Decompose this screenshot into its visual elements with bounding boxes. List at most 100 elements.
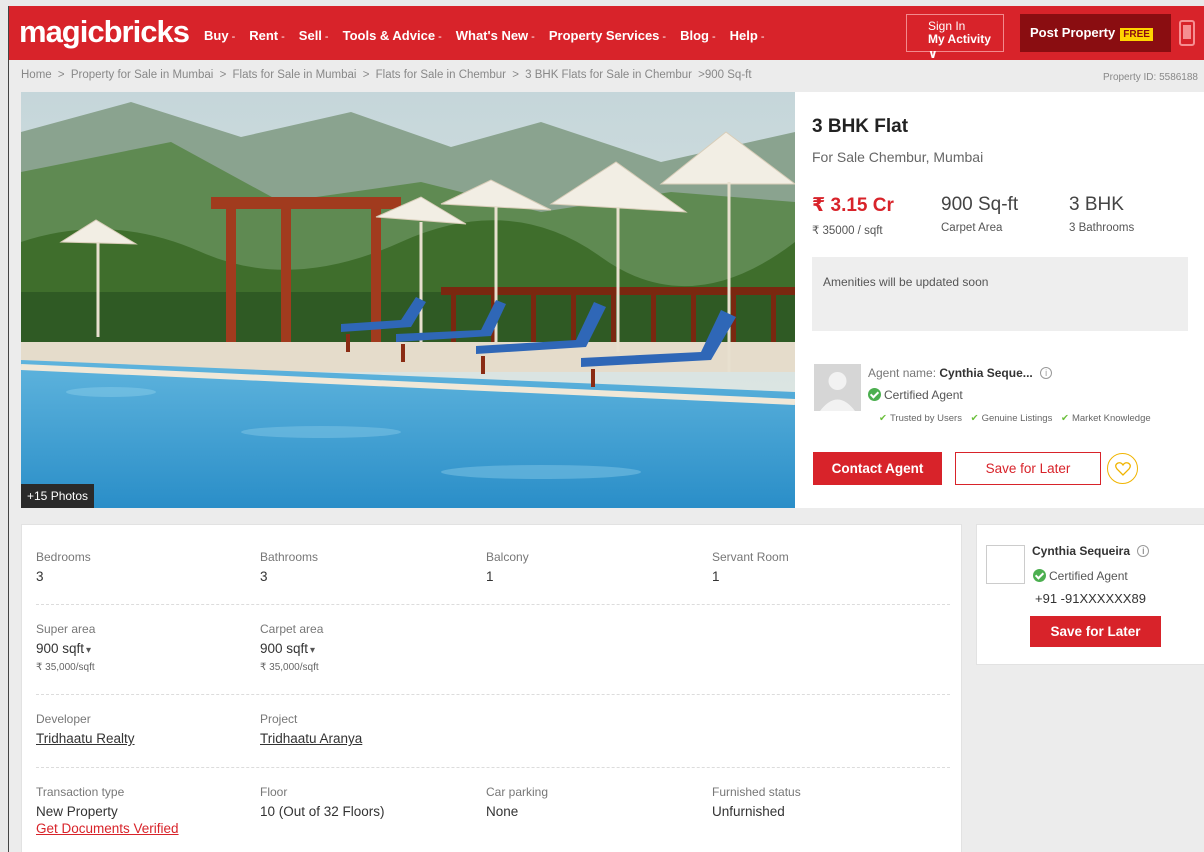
detail-value[interactable]: 900 sqft ▾ <box>36 641 95 656</box>
property-photo[interactable]: +15 Photos <box>21 92 795 508</box>
developer-link[interactable]: Tridhaatu Realty <box>36 731 135 746</box>
detail-label: Car parking <box>486 785 549 799</box>
nav-blog[interactable]: Blog - <box>680 28 716 43</box>
detail-value: 1 <box>712 569 720 584</box>
agent-name[interactable]: Cynthia Seque... <box>939 366 1032 380</box>
chevron-down-icon[interactable]: ▾ <box>310 645 315 656</box>
detail-value: 3 <box>260 569 268 584</box>
info-icon[interactable]: i <box>1137 545 1150 557</box>
property-id: Property ID: 5586188 <box>1102 72 1198 83</box>
my-activity-label: My Activity ∨ <box>928 32 991 61</box>
mobile-app-icon[interactable] <box>1179 20 1195 46</box>
detail-value[interactable]: 900 sqft ▾ <box>260 641 323 656</box>
agent-contact-card: Cynthia Sequeira i Certified Agent +91 -… <box>976 524 1204 665</box>
detail-label: Bedrooms <box>36 550 91 564</box>
detail-sub: ₹ 35,000/sqft <box>260 662 319 673</box>
nav-tools-caret: - <box>438 31 442 43</box>
signin-label: Sign In <box>928 19 966 33</box>
property-title: 3 BHK Flat <box>812 116 909 137</box>
detail-label: Developer <box>36 712 91 726</box>
certified-agent-badge: Certified Agent <box>868 388 963 402</box>
breadcrumb-sep: > <box>362 69 370 81</box>
detail-value: Unfurnished <box>712 804 785 819</box>
free-badge: FREE <box>1120 28 1153 41</box>
check-icon: ✔ <box>879 413 887 424</box>
breadcrumb-sep: > <box>512 69 519 81</box>
nav-property-services-label: Property Services <box>548 28 660 43</box>
detail-super-area: Super area 900 sqft ▾ ₹ 35,000/sqft <box>36 622 95 673</box>
area-label: Carpet Area <box>941 222 1003 234</box>
detail-value: None <box>486 804 519 819</box>
trust-item: Trusted by Users <box>889 413 962 424</box>
post-property-button[interactable]: Post Property FREE <box>1020 14 1171 52</box>
post-property-label: Post Property <box>1030 25 1116 40</box>
nav-sell-label: Sell <box>298 28 322 43</box>
nav-buy-caret: - <box>231 31 236 43</box>
breadcrumb-home[interactable]: Home <box>21 69 52 81</box>
breadcrumb-3bhk-chembur[interactable]: 3 BHK Flats for Sale in Chembur <box>525 69 692 81</box>
breadcrumb-sep: > <box>219 69 227 81</box>
detail-value: 10 (Out of 32 Floors) <box>260 804 385 819</box>
details-row-area: Super area 900 sqft ▾ ₹ 35,000/sqft Carpet … <box>36 622 950 695</box>
price-block: ₹ 3.15 Cr ₹ 35000 / sqft <box>812 194 894 237</box>
nav-buy[interactable]: Buy - <box>204 28 235 43</box>
detail-value: 3 <box>36 569 44 584</box>
detail-label: Carpet area <box>260 622 324 636</box>
save-for-later-button[interactable]: Save for Later <box>955 452 1101 485</box>
info-icon[interactable]: i <box>1040 367 1053 379</box>
agent-card-name[interactable]: Cynthia Sequeira <box>1032 544 1130 558</box>
breadcrumb-flats-mumbai[interactable]: Flats for Sale in Mumbai <box>232 69 356 81</box>
nav-property-services[interactable]: Property Services - <box>549 28 666 43</box>
check-icon: ✔ <box>1060 413 1069 424</box>
photo-count-badge[interactable]: +15 Photos <box>21 484 95 508</box>
trust-item: Market Knowledge <box>1071 413 1151 424</box>
detail-label: Project <box>260 712 298 726</box>
detail-bathrooms: Bathrooms 3 <box>260 550 318 584</box>
property-details-card: Bedrooms 3 Bathrooms 3 Balcony 1 Servant Ro… <box>21 524 962 852</box>
detail-project: Project Tridhaatu Aranya <box>260 712 362 746</box>
agent-name-label: Agent name: <box>868 366 937 380</box>
signin-my-activity-button[interactable]: Sign In My Activity ∨ <box>906 14 1004 61</box>
breadcrumb-sep: > <box>57 69 65 81</box>
certified-agent-label: Certified Agent <box>884 388 963 402</box>
main-nav: Buy - Rent - Sell - Tools & Advice - What's … <box>204 28 765 43</box>
agent-card-save-button[interactable]: Save for Later <box>1030 616 1161 647</box>
nav-whats-new[interactable]: What's New - <box>456 28 535 43</box>
certified-check-icon <box>1033 569 1046 582</box>
pool-scene-illustration <box>21 92 795 508</box>
price-value: ₹ 3.15 Cr <box>812 195 894 216</box>
nav-blog-label: Blog <box>680 28 709 43</box>
contact-agent-button[interactable]: Contact Agent <box>813 452 942 485</box>
nav-whats-new-caret: - <box>531 31 535 43</box>
property-summary-panel: 3 BHK Flat For Sale Chembur, Mumbai ₹ 3.… <box>795 92 1204 508</box>
details-row-developer: Developer Tridhaatu Realty Project Tridhaa… <box>36 712 950 768</box>
heart-icon <box>1115 462 1131 476</box>
area-value: 900 Sq-ft <box>941 194 1019 215</box>
details-row-transaction: Transaction type New Property Get Document… <box>36 785 950 852</box>
nav-help-caret: - <box>760 31 765 43</box>
trust-item: Genuine Listings <box>981 413 1053 424</box>
detail-label: Floor <box>260 785 288 799</box>
agent-phone: +91 -91XXXXXX89 <box>1035 591 1146 606</box>
nav-tools-advice[interactable]: Tools & Advice - <box>343 28 442 43</box>
agent-card-avatar <box>986 545 1025 584</box>
agent-card-name-line: Cynthia Sequeira i <box>1032 544 1150 558</box>
detail-label: Balcony <box>486 550 529 564</box>
detail-label: Transaction type <box>36 785 125 799</box>
detail-transaction-type: Transaction type New Property Get Document… <box>36 785 179 836</box>
area-block: 900 Sq-ft Carpet Area <box>941 194 1018 234</box>
detail-sub: ₹ 35,000/sqft <box>36 662 95 673</box>
get-documents-verified-link[interactable]: Get Documents Verified <box>36 821 179 836</box>
nav-rent[interactable]: Rent - <box>249 28 285 43</box>
nav-tools-label: Tools & Advice <box>342 28 436 43</box>
project-link[interactable]: Tridhaatu Aranya <box>260 731 362 746</box>
breadcrumb-sale-mumbai[interactable]: Property for Sale in Mumbai <box>71 69 214 81</box>
chevron-down-icon[interactable]: ▾ <box>86 645 91 656</box>
nav-help[interactable]: Help - <box>730 28 765 43</box>
breadcrumb-flats-chembur[interactable]: Flats for Sale in Chembur <box>376 69 506 81</box>
detail-servant-room: Servant Room 1 <box>712 550 789 584</box>
nav-sell[interactable]: Sell - <box>299 28 329 43</box>
detail-balcony: Balcony 1 <box>486 550 529 584</box>
logo[interactable]: magicbricks <box>19 14 190 50</box>
shortlist-heart-button[interactable] <box>1107 453 1138 484</box>
